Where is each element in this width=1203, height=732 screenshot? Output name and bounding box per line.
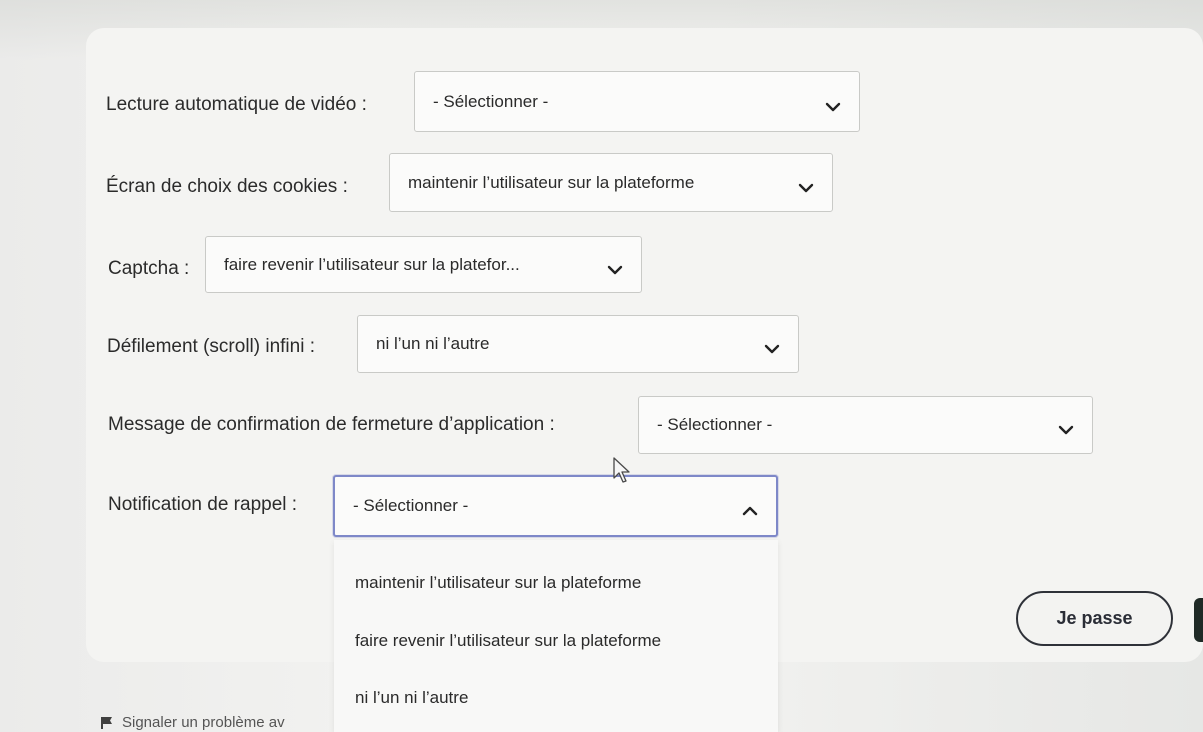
chevron-down-icon (825, 97, 841, 111)
label-reminder-notification: Notification de rappel : (108, 494, 298, 515)
select-video-autoplay[interactable]: - Sélectionner - (414, 71, 860, 132)
label-captcha: Captcha : (108, 258, 190, 279)
chevron-down-icon (607, 260, 623, 274)
report-problem-label: Signaler un problème av (122, 714, 285, 731)
chevron-up-icon (742, 501, 758, 516)
mouse-cursor-icon (612, 456, 636, 489)
label-video-autoplay: Lecture automatique de vidéo : (106, 94, 367, 115)
chevron-down-icon (798, 178, 814, 192)
select-cookie-screen[interactable]: maintenir l’utilisateur sur la plateform… (389, 153, 833, 212)
select-video-autoplay-value: - Sélectionner - (433, 91, 549, 111)
skip-button[interactable]: Je passe (1016, 591, 1173, 646)
select-cookie-screen-value: maintenir l’utilisateur sur la plateform… (408, 172, 695, 192)
report-problem-link[interactable]: Signaler un problème av (100, 714, 285, 731)
select-close-confirmation[interactable]: - Sélectionner - (638, 396, 1093, 454)
label-cookie-screen: Écran de choix des cookies : (106, 176, 348, 197)
dropdown-menu: maintenir l’utilisateur sur la plateform… (334, 540, 778, 732)
chevron-down-icon (764, 339, 780, 354)
select-captcha[interactable]: faire revenir l’utilisateur sur la plate… (205, 236, 642, 293)
dropdown-option-neither[interactable]: ni l’un ni l’autre (355, 688, 468, 708)
dropdown-option-keep-user[interactable]: maintenir l’utilisateur sur la plateform… (355, 573, 641, 593)
select-captcha-value: faire revenir l’utilisateur sur la plate… (224, 254, 520, 274)
select-infinite-scroll[interactable]: ni l’un ni l’autre (357, 315, 799, 373)
select-reminder-notification[interactable]: - Sélectionner - (333, 475, 778, 537)
select-infinite-scroll-value: ni l’un ni l’autre (376, 334, 490, 353)
dropdown-option-bring-back-user[interactable]: faire revenir l’utilisateur sur la plate… (355, 631, 661, 651)
select-close-confirmation-value: - Sélectionner - (657, 415, 773, 434)
label-close-confirmation: Message de confirmation de fermeture d’a… (108, 414, 555, 435)
select-reminder-notification-value: - Sélectionner - (353, 496, 469, 515)
flag-icon (100, 716, 114, 730)
next-button-edge[interactable] (1194, 598, 1203, 642)
label-infinite-scroll: Défilement (scroll) infini : (107, 336, 315, 357)
chevron-down-icon (1058, 420, 1074, 435)
